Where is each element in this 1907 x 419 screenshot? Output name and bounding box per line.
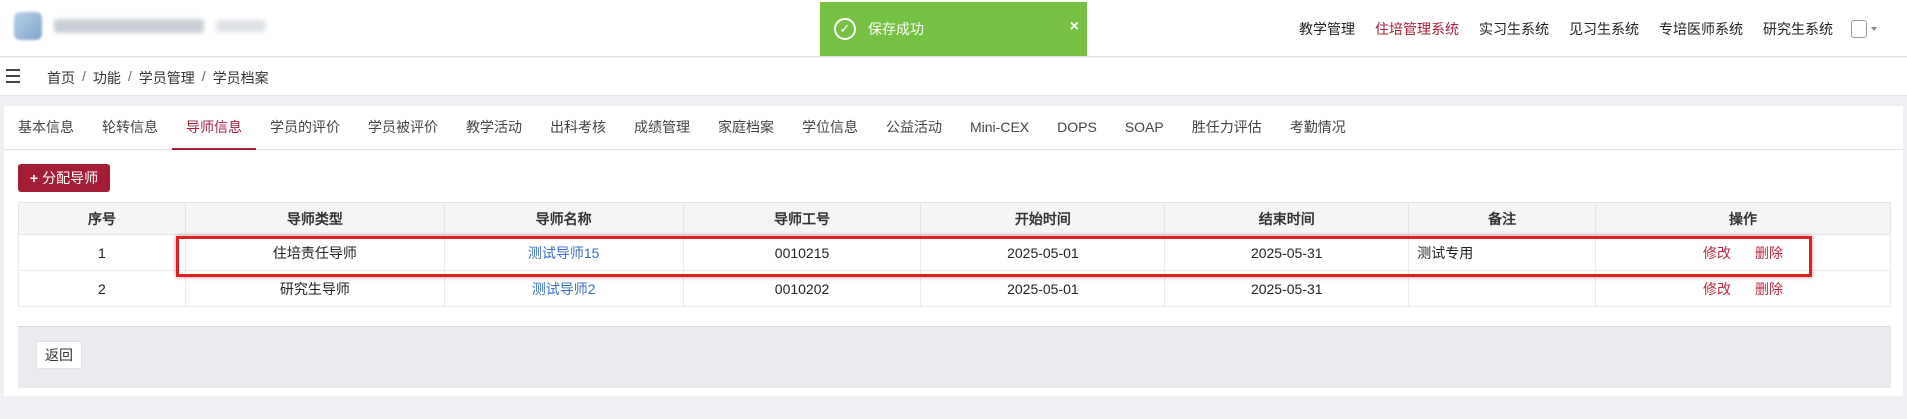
tab-rotation[interactable]: 轮转信息 — [88, 106, 172, 150]
sysnav-item-intern[interactable]: 实习生系统 — [1479, 19, 1549, 39]
table-header-row: 序号 导师类型 导师名称 导师工号 开始时间 结束时间 备注 操作 — [18, 202, 1891, 235]
tab-competency[interactable]: 胜任力评估 — [1178, 106, 1276, 150]
sysnav-item-specialist[interactable]: 专培医师系统 — [1659, 19, 1743, 39]
sysnav-item-trainee[interactable]: 见习生系统 — [1569, 19, 1639, 39]
breadcrumb-current: 学员档案 — [212, 70, 269, 86]
table-row: 2 研究生导师 测试导师2 0010202 2025-05-01 2025-05… — [18, 270, 1891, 307]
close-icon[interactable]: × — [1070, 18, 1079, 36]
logo-blurred-text — [54, 19, 204, 33]
edit-link[interactable]: 修改 — [1703, 281, 1731, 297]
assign-mentor-button[interactable]: + 分配导师 — [18, 164, 110, 192]
mentor-name-link[interactable]: 测试导师2 — [532, 281, 596, 297]
tab-attendance[interactable]: 考勤情况 — [1276, 106, 1360, 150]
mentor-id: 0010202 — [682, 270, 922, 307]
start-date: 2025-05-01 — [920, 270, 1166, 307]
sysnav-item-teaching[interactable]: 教学管理 — [1299, 19, 1355, 39]
main-panel: 基本信息 轮转信息 导师信息 学员的评价 学员被评价 教学活动 出科考核 成绩管… — [4, 106, 1903, 396]
check-circle-icon: ✓ — [834, 18, 856, 40]
breadcrumb-student-mgmt[interactable]: 学员管理 — [139, 68, 195, 88]
mentor-id: 0010215 — [682, 234, 922, 271]
table-row: 1 住培责任导师 测试导师15 0010215 2025-05-01 2025-… — [18, 234, 1891, 271]
column-header: 开始时间 — [920, 202, 1166, 235]
column-header: 序号 — [18, 202, 186, 235]
breadcrumb-bar: 首页 / 功能 / 学员管理 / 学员档案 — [0, 58, 1907, 96]
breadcrumb-home[interactable]: 首页 — [47, 68, 75, 88]
column-header: 导师类型 — [184, 202, 445, 235]
tab-mentor[interactable]: 导师信息 — [172, 106, 256, 150]
column-header: 导师名称 — [443, 202, 684, 235]
mentor-type: 住培责任导师 — [184, 234, 445, 271]
top-header: ✓ 保存成功 × 教学管理 住培管理系统 实习生系统 见习生系统 专培医师系统 … — [0, 0, 1907, 57]
avatar[interactable] — [1851, 20, 1867, 38]
logo-icon — [14, 12, 42, 40]
breadcrumb-separator: / — [127, 68, 132, 84]
actions-cell: 修改 删除 — [1595, 270, 1891, 307]
tab-basic-info[interactable]: 基本信息 — [4, 106, 88, 150]
tab-exit-exam[interactable]: 出科考核 — [536, 106, 620, 150]
mentor-table: 序号 导师类型 导师名称 导师工号 开始时间 结束时间 备注 操作 1 住培责任… — [18, 202, 1891, 307]
delete-link[interactable]: 删除 — [1755, 245, 1783, 261]
column-header: 结束时间 — [1164, 202, 1410, 235]
breadcrumb-separator: / — [201, 68, 206, 84]
mentor-name-link[interactable]: 测试导师15 — [528, 245, 600, 261]
form-footer: 返回 — [18, 326, 1891, 388]
end-date: 2025-05-31 — [1164, 234, 1410, 271]
start-date: 2025-05-01 — [920, 234, 1166, 271]
tab-dops[interactable]: DOPS — [1043, 106, 1111, 150]
logo-blurred-subtext — [216, 20, 266, 32]
tab-soap[interactable]: SOAP — [1111, 106, 1178, 150]
column-header: 备注 — [1408, 202, 1597, 235]
tab-family[interactable]: 家庭档案 — [704, 106, 788, 150]
system-nav: 教学管理 住培管理系统 实习生系统 见习生系统 专培医师系统 研究生系统 — [1279, 19, 1877, 39]
delete-link[interactable]: 删除 — [1755, 281, 1783, 297]
success-toast: ✓ 保存成功 × — [820, 2, 1087, 56]
tab-evaluations-given[interactable]: 学员的评价 — [256, 106, 354, 150]
breadcrumb: 首页 / 功能 / 学员管理 / 学员档案 — [47, 68, 269, 88]
breadcrumb-function[interactable]: 功能 — [93, 68, 121, 88]
tab-evaluations-received[interactable]: 学员被评价 — [354, 106, 452, 150]
note — [1408, 270, 1597, 307]
row-index: 2 — [18, 270, 186, 307]
breadcrumb-separator: / — [82, 68, 86, 84]
sysnav-item-graduate[interactable]: 研究生系统 — [1763, 19, 1833, 39]
tab-mini-cex[interactable]: Mini-CEX — [956, 106, 1043, 150]
mentor-name-cell: 测试导师15 — [443, 234, 684, 271]
row-index: 1 — [18, 234, 186, 271]
sysnav-item-residency[interactable]: 住培管理系统 — [1375, 19, 1459, 39]
logo — [14, 12, 266, 40]
tab-bar: 基本信息 轮转信息 导师信息 学员的评价 学员被评价 教学活动 出科考核 成绩管… — [4, 106, 1903, 150]
tab-public-welfare[interactable]: 公益活动 — [872, 106, 956, 150]
menu-icon[interactable] — [6, 69, 20, 83]
column-header: 操作 — [1595, 202, 1891, 235]
tab-teaching-activity[interactable]: 教学活动 — [452, 106, 536, 150]
note: 测试专用 — [1408, 234, 1597, 271]
tab-grades[interactable]: 成绩管理 — [620, 106, 704, 150]
edit-link[interactable]: 修改 — [1703, 245, 1731, 261]
actions-cell: 修改 删除 — [1595, 234, 1891, 271]
end-date: 2025-05-31 — [1164, 270, 1410, 307]
tab-degree[interactable]: 学位信息 — [788, 106, 872, 150]
toast-message: 保存成功 — [868, 21, 924, 37]
column-header: 导师工号 — [682, 202, 922, 235]
back-button[interactable]: 返回 — [36, 341, 82, 369]
mentor-type: 研究生导师 — [184, 270, 445, 307]
chevron-down-icon[interactable] — [1871, 27, 1877, 31]
assign-mentor-label: 分配导师 — [42, 170, 99, 186]
mentor-name-cell: 测试导师2 — [443, 270, 684, 307]
plus-icon: + — [29, 170, 39, 186]
